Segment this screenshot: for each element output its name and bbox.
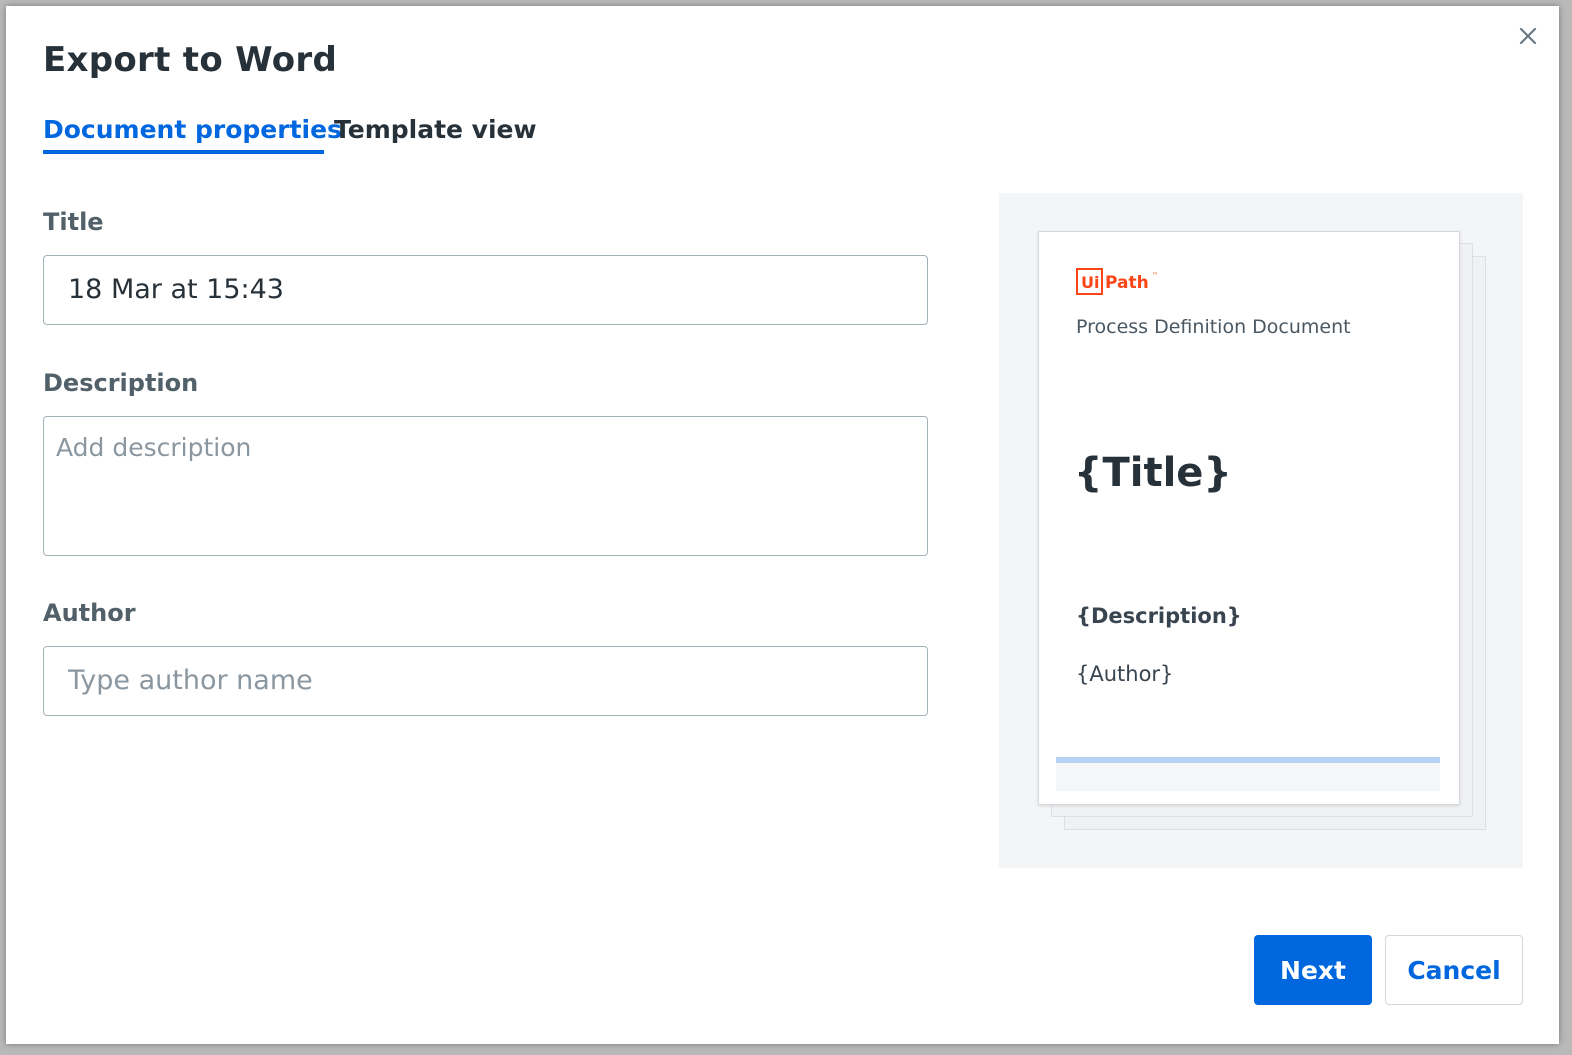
description-textarea[interactable]: Add description	[43, 416, 928, 556]
page-footer-bar	[1056, 757, 1440, 791]
next-button[interactable]: Next	[1254, 935, 1372, 1005]
author-label: Author	[43, 599, 136, 627]
title-input-value: 18 Mar at 15:43	[68, 274, 284, 305]
close-icon	[1519, 27, 1537, 45]
author-input[interactable]: Type author name	[43, 646, 928, 716]
author-placeholder: Type author name	[68, 665, 313, 696]
tab-template-view[interactable]: Template view	[334, 110, 537, 150]
dialog-title: Export to Word	[43, 40, 338, 80]
preview-page: Ui Path ™ Process Definition Document {T…	[1038, 231, 1460, 805]
author-placeholder-preview: {Author}	[1076, 662, 1174, 686]
template-preview: Ui Path ™ Process Definition Document {T…	[999, 193, 1523, 868]
title-input[interactable]: 18 Mar at 15:43	[43, 255, 928, 325]
document-type-label: Process Definition Document	[1076, 316, 1351, 338]
svg-text:™: ™	[1152, 272, 1158, 279]
description-placeholder-preview: {Description}	[1076, 604, 1242, 628]
title-placeholder: {Title}	[1074, 450, 1232, 496]
close-button[interactable]	[1514, 22, 1542, 50]
svg-text:Ui: Ui	[1081, 273, 1099, 292]
title-label: Title	[43, 208, 104, 236]
cancel-button[interactable]: Cancel	[1385, 935, 1523, 1005]
export-to-word-dialog: Export to Word Document properties Templ…	[6, 6, 1559, 1044]
svg-text:Path: Path	[1105, 273, 1149, 293]
tab-document-properties[interactable]: Document properties	[43, 110, 342, 154]
description-label: Description	[43, 369, 199, 397]
description-placeholder: Add description	[56, 433, 252, 462]
uipath-logo: Ui Path ™	[1076, 268, 1158, 295]
